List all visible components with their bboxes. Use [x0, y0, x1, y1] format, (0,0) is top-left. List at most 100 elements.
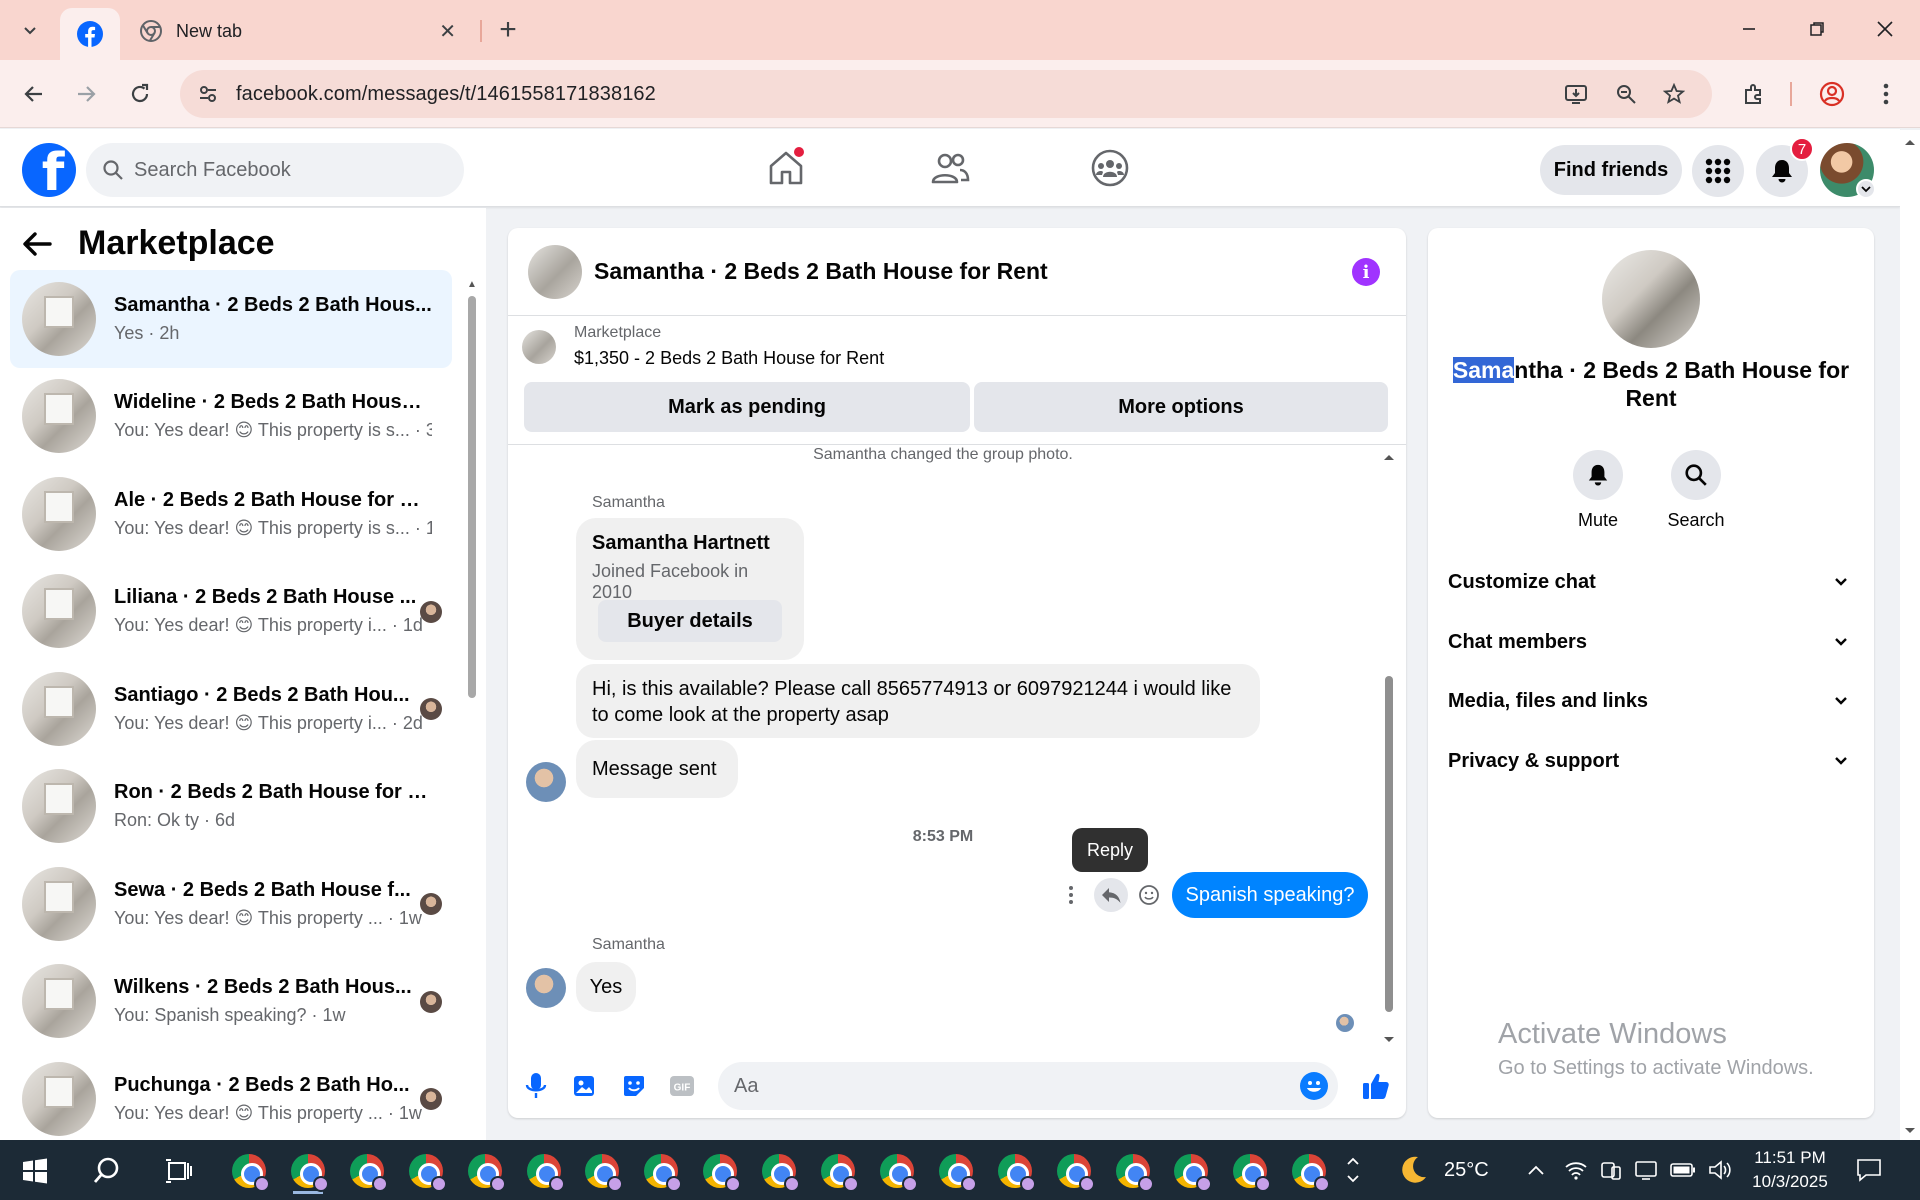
mute-button[interactable]: Mute	[1558, 450, 1638, 531]
chevron-up-icon[interactable]	[1526, 1163, 1546, 1177]
conversation-item[interactable]: Sewa · 2 Beds 2 Bath House f... You: Yes …	[10, 855, 452, 953]
chrome-taskbar-icon[interactable]	[933, 1148, 979, 1194]
conversation-item[interactable]: Santiago · 2 Beds 2 Bath Hou... You: Yes …	[10, 660, 452, 758]
taskbar-search-button[interactable]	[84, 1148, 130, 1194]
tab-new-tab[interactable]: New tab ✕	[128, 10, 468, 52]
chrome-taskbar-icon[interactable]	[285, 1148, 331, 1194]
like-thumb-icon[interactable]	[1360, 1070, 1392, 1102]
extensions-button[interactable]	[1734, 74, 1774, 114]
bookmark-star-icon[interactable]	[1658, 78, 1690, 110]
scrollbar-thumb[interactable]	[468, 296, 476, 698]
site-info-icon[interactable]	[192, 78, 224, 110]
conversation-avatar[interactable]	[528, 244, 582, 299]
sticker-icon[interactable]	[618, 1070, 650, 1102]
conversation-item[interactable]: Wilkens · 2 Beds 2 Bath Hous... You: Span…	[10, 953, 452, 1051]
task-view-button[interactable]	[156, 1148, 202, 1194]
chrome-taskbar-icon[interactable]	[462, 1148, 508, 1194]
message-bubble[interactable]: Yes	[576, 962, 636, 1012]
facebook-search[interactable]	[86, 143, 464, 197]
search-input[interactable]	[134, 158, 434, 182]
taskbar-scroll[interactable]	[1338, 1140, 1368, 1200]
conversation-item[interactable]: Wideline · 2 Beds 2 Bath House ... You: Y…	[10, 368, 452, 466]
browser-menu-button[interactable]	[1866, 74, 1906, 114]
new-tab-button[interactable]: +	[490, 12, 526, 48]
minimize-button[interactable]	[1726, 8, 1772, 50]
microphone-icon[interactable]	[520, 1070, 552, 1102]
display-icon[interactable]	[1634, 1159, 1658, 1181]
sender-avatar[interactable]	[526, 968, 566, 1008]
chrome-taskbar-icon[interactable]	[1110, 1148, 1156, 1194]
chrome-taskbar-icon[interactable]	[992, 1148, 1038, 1194]
chrome-taskbar-icon[interactable]	[1168, 1148, 1214, 1194]
back-button[interactable]	[14, 74, 54, 114]
facebook-logo-icon[interactable]: f	[22, 143, 76, 197]
sender-avatar[interactable]	[526, 762, 566, 802]
more-actions-icon[interactable]	[1054, 878, 1088, 912]
chrome-taskbar-icon[interactable]	[1051, 1148, 1097, 1194]
chrome-taskbar-icon[interactable]	[756, 1148, 802, 1194]
search-in-chat-button[interactable]: Search	[1656, 450, 1736, 531]
menu-button[interactable]	[1692, 145, 1744, 197]
close-tab-icon[interactable]: ✕	[439, 19, 456, 44]
notifications-button[interactable]: 7	[1756, 137, 1814, 197]
reply-icon[interactable]	[1094, 878, 1128, 912]
message-bubble[interactable]: Message sent	[576, 740, 738, 798]
my-message-bubble[interactable]: Spanish speaking?	[1172, 872, 1368, 918]
conversation-item[interactable]: Samantha · 2 Beds 2 Bath Hous... Yes · 2h	[10, 270, 452, 368]
buyer-details-button[interactable]: Buyer details	[598, 600, 782, 642]
tab-facebook[interactable]	[60, 8, 120, 60]
privacy-support-section[interactable]: Privacy & support	[1448, 741, 1854, 781]
tab-search-dropdown[interactable]	[14, 14, 46, 46]
listing-summary[interactable]: Marketplace $1,350 - 2 Beds 2 Bath House…	[522, 324, 884, 369]
start-button[interactable]	[12, 1148, 58, 1194]
chrome-taskbar-icon[interactable]	[815, 1148, 861, 1194]
info-icon[interactable]: i	[1352, 258, 1380, 286]
photo-icon[interactable]	[568, 1070, 600, 1102]
chrome-taskbar-icon[interactable]	[697, 1148, 743, 1194]
chrome-taskbar-icon[interactable]	[344, 1148, 390, 1194]
chat-avatar[interactable]	[1602, 250, 1700, 348]
phone-link-icon[interactable]	[1600, 1159, 1622, 1181]
zoom-icon[interactable]	[1610, 78, 1642, 110]
media-files-links-section[interactable]: Media, files and links	[1448, 681, 1854, 721]
wifi-icon[interactable]	[1564, 1159, 1588, 1181]
chat-members-section[interactable]: Chat members	[1448, 622, 1854, 662]
message-input-box[interactable]	[718, 1062, 1338, 1110]
conversation-item[interactable]: Liliana · 2 Beds 2 Bath House ... You: Ye…	[10, 563, 452, 661]
chrome-taskbar-icon[interactable]	[638, 1148, 684, 1194]
conversation-item[interactable]: Ron · 2 Beds 2 Bath House for R... Ron: O…	[10, 758, 452, 856]
chrome-taskbar-icon[interactable]	[226, 1148, 272, 1194]
chrome-taskbar-icon[interactable]	[403, 1148, 449, 1194]
back-arrow-icon[interactable]	[22, 231, 52, 257]
emoji-icon[interactable]	[1300, 1072, 1328, 1100]
customize-chat-section[interactable]: Customize chat	[1448, 562, 1854, 602]
gif-icon[interactable]: GIF	[666, 1070, 698, 1102]
more-options-button[interactable]: More options	[974, 382, 1388, 432]
taskbar-clock[interactable]: 11:51 PM 10/3/2025	[1740, 1146, 1840, 1194]
react-emoji-icon[interactable]	[1132, 878, 1166, 912]
conversation-item[interactable]: Puchunga · 2 Beds 2 Bath Ho... You: Yes d…	[10, 1050, 452, 1148]
mark-as-pending-button[interactable]: Mark as pending	[524, 382, 970, 432]
conversation-scrollbar[interactable]	[1380, 448, 1398, 1048]
chrome-taskbar-icon[interactable]	[1227, 1148, 1273, 1194]
nav-home[interactable]	[746, 139, 826, 197]
profile-button[interactable]	[1812, 74, 1852, 114]
find-friends-button[interactable]: Find friends	[1540, 145, 1682, 195]
address-bar[interactable]: facebook.com/messages/t/1461558171838162	[180, 70, 1712, 118]
weather-widget[interactable]: 25°C	[1396, 1140, 1489, 1200]
page-scrollbar[interactable]	[1900, 130, 1920, 1140]
chrome-taskbar-icon[interactable]	[579, 1148, 625, 1194]
battery-icon[interactable]	[1670, 1162, 1696, 1178]
forward-button[interactable]	[66, 74, 106, 114]
chrome-taskbar-icon[interactable]	[1286, 1148, 1332, 1194]
notification-center-button[interactable]	[1856, 1140, 1882, 1200]
message-input[interactable]	[734, 1074, 1274, 1098]
account-caret[interactable]	[1856, 179, 1876, 199]
nav-groups[interactable]	[1070, 139, 1150, 197]
chrome-taskbar-icon[interactable]	[874, 1148, 920, 1194]
nav-friends[interactable]	[910, 139, 990, 197]
scrollbar-thumb[interactable]	[1385, 676, 1393, 1012]
conversation-item[interactable]: Ale · 2 Beds 2 Bath House for Re... You: …	[10, 465, 452, 563]
chat-list-scrollbar[interactable]: ▲ ▼	[466, 278, 478, 1200]
close-window-button[interactable]	[1862, 8, 1908, 50]
